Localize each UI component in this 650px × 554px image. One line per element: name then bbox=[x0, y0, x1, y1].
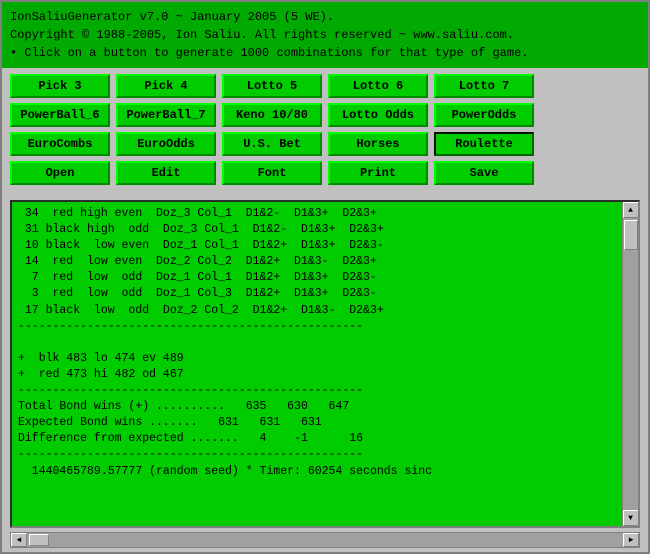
horses-button[interactable]: Horses bbox=[328, 132, 428, 156]
edit-button[interactable]: Edit bbox=[116, 161, 216, 185]
print-button[interactable]: Print bbox=[328, 161, 428, 185]
vertical-scrollbar: ▲ ▼ bbox=[622, 202, 638, 526]
eurocombs-button[interactable]: EuroCombs bbox=[10, 132, 110, 156]
scroll-thumb-h[interactable] bbox=[29, 534, 49, 546]
lotto5-button[interactable]: Lotto 5 bbox=[222, 74, 322, 98]
buttons-section: Pick 3 Pick 4 Lotto 5 Lotto 6 Lotto 7 Po… bbox=[2, 68, 648, 196]
horizontal-scrollbar: ◄ ► bbox=[10, 532, 640, 548]
button-row-4: Open Edit Font Print Save bbox=[10, 161, 640, 185]
font-button[interactable]: Font bbox=[222, 161, 322, 185]
scroll-track-v[interactable] bbox=[623, 218, 639, 510]
output-text: 34 red high even Doz_3 Col_1 D1&2- D1&3+… bbox=[12, 202, 622, 526]
header-line2: Copyright © 1988-2005, Ion Saliu. All ri… bbox=[10, 26, 640, 44]
lotto7-button[interactable]: Lotto 7 bbox=[434, 74, 534, 98]
usbet-button[interactable]: U.S. Bet bbox=[222, 132, 322, 156]
scroll-track-h[interactable] bbox=[27, 533, 623, 547]
roulette-button[interactable]: Roulette bbox=[434, 132, 534, 156]
powerodds-button[interactable]: PowerOdds bbox=[434, 103, 534, 127]
scroll-down-button[interactable]: ▼ bbox=[623, 510, 639, 526]
open-button[interactable]: Open bbox=[10, 161, 110, 185]
powerball6-button[interactable]: PowerBall_6 bbox=[10, 103, 110, 127]
pick4-button[interactable]: Pick 4 bbox=[116, 74, 216, 98]
button-row-1: Pick 3 Pick 4 Lotto 5 Lotto 6 Lotto 7 bbox=[10, 74, 640, 98]
button-row-3: EuroCombs EuroOdds U.S. Bet Horses Roule… bbox=[10, 132, 640, 156]
lotto6-button[interactable]: Lotto 6 bbox=[328, 74, 428, 98]
save-button[interactable]: Save bbox=[434, 161, 534, 185]
button-row-2: PowerBall_6 PowerBall_7 Keno 10/80 Lotto… bbox=[10, 103, 640, 127]
lottoodds-button[interactable]: Lotto Odds bbox=[328, 103, 428, 127]
scroll-up-button[interactable]: ▲ bbox=[623, 202, 639, 218]
main-window: IonSaliuGenerator v7.0 ~ January 2005 (5… bbox=[0, 0, 650, 554]
scroll-right-button[interactable]: ► bbox=[623, 533, 639, 547]
header-section: IonSaliuGenerator v7.0 ~ January 2005 (5… bbox=[2, 2, 648, 68]
header-line3: • Click on a button to generate 1000 com… bbox=[10, 44, 640, 62]
scroll-thumb-v[interactable] bbox=[624, 220, 638, 250]
keno-button[interactable]: Keno 10/80 bbox=[222, 103, 322, 127]
header-line1: IonSaliuGenerator v7.0 ~ January 2005 (5… bbox=[10, 8, 640, 26]
pick3-button[interactable]: Pick 3 bbox=[10, 74, 110, 98]
scroll-left-button[interactable]: ◄ bbox=[11, 533, 27, 547]
euroodds-button[interactable]: EuroOdds bbox=[116, 132, 216, 156]
powerball7-button[interactable]: PowerBall_7 bbox=[116, 103, 216, 127]
output-area: 34 red high even Doz_3 Col_1 D1&2- D1&3+… bbox=[10, 200, 640, 528]
